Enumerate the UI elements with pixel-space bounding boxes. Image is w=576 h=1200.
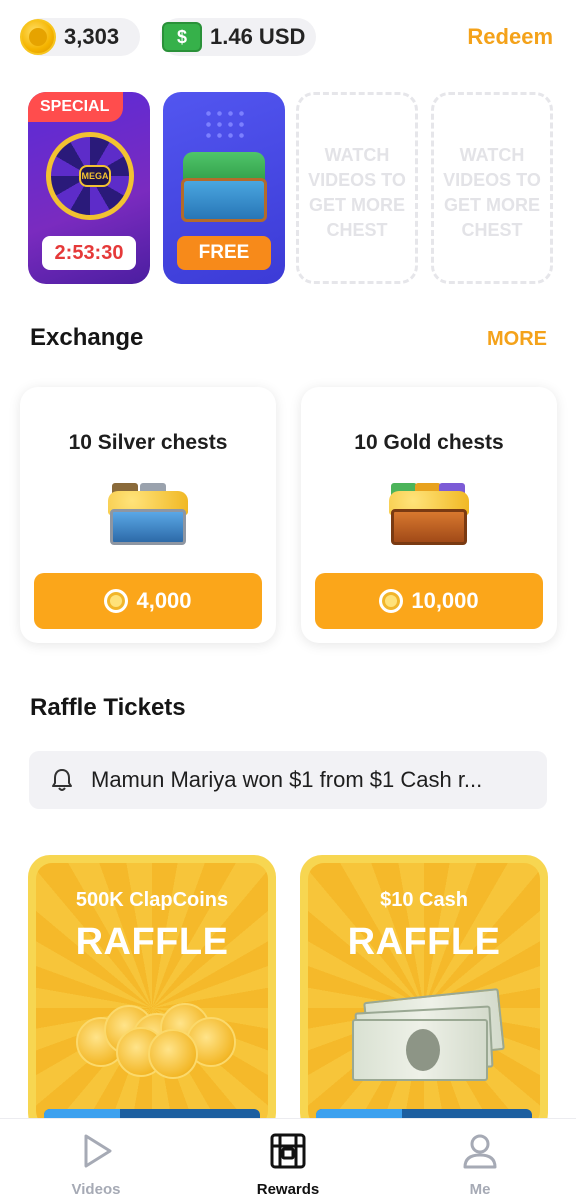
cash-icon: $ bbox=[162, 22, 202, 52]
empty-chest-slot[interactable]: WATCH VIDEOS TO GET MORE CHEST bbox=[431, 92, 553, 284]
mega-spin-wheel-icon: MEGA bbox=[46, 132, 134, 220]
nav-label: Me bbox=[469, 1181, 491, 1198]
more-link[interactable]: MORE bbox=[487, 328, 547, 351]
redeem-link[interactable]: Redeem bbox=[467, 24, 553, 50]
coin-icon bbox=[104, 589, 129, 613]
gold-chest-icon bbox=[389, 483, 469, 545]
raffle-title: $10 Cash bbox=[380, 889, 468, 911]
nav-me[interactable]: Me bbox=[420, 1131, 540, 1198]
raffle-label: RAFFLE bbox=[347, 921, 501, 963]
watch-videos-text: WATCH VIDEOS TO GET MORE CHEST bbox=[308, 145, 406, 240]
exchange-card-title: 10 Silver chests bbox=[68, 431, 228, 454]
money-chest-icon bbox=[181, 152, 267, 222]
play-icon bbox=[76, 1131, 116, 1171]
exchange-card-gold[interactable]: 10 Gold chests 10,000 bbox=[301, 387, 557, 643]
buy-silver-button[interactable]: 4,000 bbox=[34, 573, 262, 629]
cash-balance-value: 1.46 USD bbox=[210, 24, 306, 49]
chest-slots: SPECIAL MEGA 2:53:30 FREE WATCH VIDEOS T… bbox=[28, 92, 556, 284]
raffle-card-coins[interactable]: 500K ClapCoins RAFFLE bbox=[28, 855, 276, 1135]
raffle-heading: Raffle Tickets bbox=[30, 694, 186, 721]
wheel-center-label: MEGA bbox=[79, 165, 111, 187]
price-label: 4,000 bbox=[136, 588, 192, 613]
coin-icon bbox=[379, 589, 404, 613]
special-chest-card[interactable]: SPECIAL MEGA 2:53:30 bbox=[28, 92, 150, 284]
free-chest-card[interactable]: FREE bbox=[163, 92, 285, 284]
dots-decoration bbox=[203, 108, 249, 138]
winner-ticker: Mamun Mariya won $1 from $1 Cash r... bbox=[29, 751, 547, 809]
dollar-bills-icon bbox=[352, 988, 505, 1085]
nav-label: Rewards bbox=[256, 1181, 320, 1198]
raffle-label: RAFFLE bbox=[75, 921, 229, 963]
coin-icon bbox=[20, 19, 56, 55]
exchange-heading: Exchange bbox=[30, 324, 144, 351]
empty-chest-slot[interactable]: WATCH VIDEOS TO GET MORE CHEST bbox=[296, 92, 418, 284]
watch-videos-text: WATCH VIDEOS TO GET MORE CHEST bbox=[443, 145, 541, 240]
coin-balance-value: 3,303 bbox=[64, 24, 120, 49]
user-icon bbox=[460, 1131, 500, 1171]
silver-chest-icon bbox=[108, 483, 188, 545]
exchange-card-silver[interactable]: 10 Silver chests 4,000 bbox=[20, 387, 276, 643]
top-bar: 3,303 $ 1.46 USD Redeem bbox=[0, 0, 576, 72]
nav-rewards[interactable]: Rewards bbox=[228, 1131, 348, 1198]
buy-gold-button[interactable]: 10,000 bbox=[315, 573, 543, 629]
nav-videos[interactable]: Videos bbox=[36, 1131, 156, 1198]
raffle-card-cash[interactable]: $10 Cash RAFFLE bbox=[300, 855, 548, 1135]
ticker-message: Mamun Mariya won $1 from $1 Cash r... bbox=[91, 767, 483, 792]
coin-balance[interactable]: 3,303 bbox=[20, 18, 140, 56]
raffle-title: 500K ClapCoins bbox=[75, 889, 229, 911]
exchange-card-title: 10 Gold chests bbox=[354, 431, 504, 454]
nav-label: Videos bbox=[71, 1181, 121, 1198]
bell-icon bbox=[51, 768, 73, 792]
special-tag: SPECIAL bbox=[28, 92, 124, 122]
free-button[interactable]: FREE bbox=[177, 236, 271, 270]
price-label: 10,000 bbox=[411, 588, 479, 613]
special-timer: 2:53:30 bbox=[42, 236, 136, 270]
coin-pile-icon bbox=[76, 993, 236, 1079]
bottom-nav: Videos Rewards Me bbox=[0, 1118, 576, 1200]
cash-balance[interactable]: $ 1.46 USD bbox=[160, 18, 316, 56]
treasure-chest-icon bbox=[268, 1131, 308, 1171]
